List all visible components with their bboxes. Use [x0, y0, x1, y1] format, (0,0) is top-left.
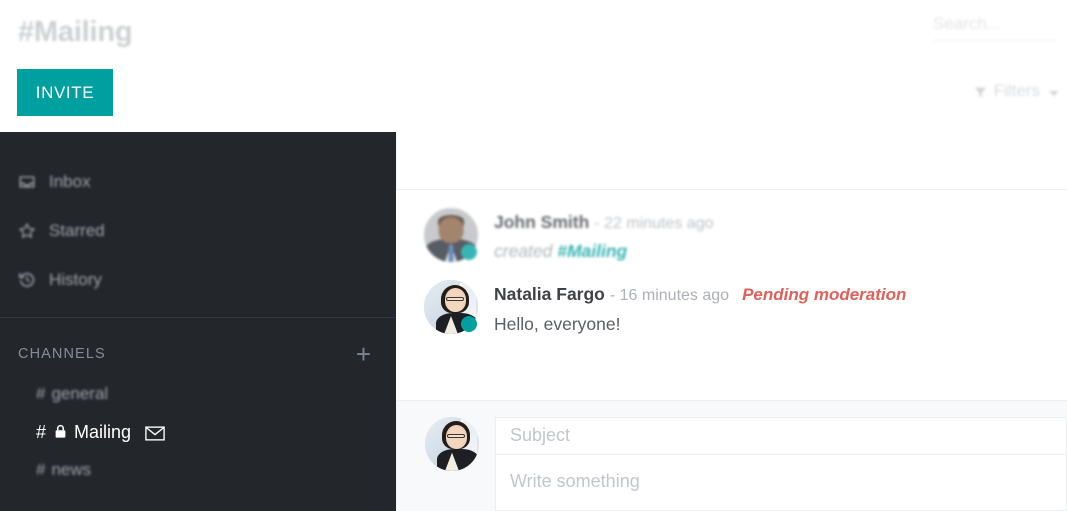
star-icon	[18, 222, 36, 240]
channel-label: Mailing	[74, 421, 132, 442]
message-item: John Smith - 22 minutes ago created #Mai…	[396, 208, 1067, 262]
message-header: Natalia Fargo - 16 minutes ago Pending m…	[494, 282, 906, 308]
app-root: #Mailing INVITE Filters	[0, 0, 1067, 511]
channels-title: CHANNELS	[18, 346, 106, 362]
channel-reference[interactable]: #Mailing	[557, 241, 627, 261]
sidebar-item-label: Inbox	[49, 171, 91, 191]
filters-label: Filters	[993, 81, 1040, 100]
sidebar-item-starred[interactable]: Starred	[0, 206, 396, 255]
page-title: #Mailing	[18, 16, 133, 48]
message-author: John Smith	[494, 212, 590, 232]
history-icon	[18, 271, 36, 289]
message-body: John Smith - 22 minutes ago created #Mai…	[494, 208, 713, 262]
sidebar: Inbox Starred History CHANNELS + # gener…	[0, 132, 396, 511]
channel-item-general[interactable]: # general	[0, 375, 396, 413]
channel-list: # general # Mailing # news	[0, 375, 396, 489]
mail-icon	[145, 425, 165, 441]
message-body-input[interactable]	[495, 454, 1067, 511]
status-dot-online	[461, 244, 477, 260]
hash-icon: #	[36, 460, 46, 479]
message-body: Natalia Fargo - 16 minutes ago Pending m…	[494, 280, 906, 335]
invite-button[interactable]: INVITE	[17, 69, 113, 116]
status-badge-pending: Pending moderation	[742, 285, 907, 305]
natalia-fargo-avatar	[425, 417, 479, 471]
message-timestamp: - 22 minutes ago	[594, 215, 714, 232]
funnel-icon	[974, 86, 987, 99]
search-field[interactable]	[933, 14, 1057, 41]
message-text-prefix: created	[494, 241, 558, 262]
composer-fields	[495, 417, 1067, 511]
channel-item-mailing[interactable]: # Mailing	[0, 413, 396, 451]
message-header: John Smith - 22 minutes ago	[494, 210, 713, 235]
sidebar-nav: Inbox Starred History	[0, 132, 396, 304]
subject-input[interactable]	[495, 417, 1067, 455]
avatar	[424, 208, 478, 262]
filters-dropdown[interactable]: Filters	[974, 81, 1059, 101]
inbox-icon	[18, 173, 36, 191]
plus-icon[interactable]: +	[356, 341, 371, 367]
top-bar: #Mailing INVITE Filters	[0, 0, 1067, 132]
main-pane: John Smith - 22 minutes ago created #Mai…	[396, 132, 1067, 511]
sidebar-item-history[interactable]: History	[0, 255, 396, 304]
main-top-strip	[396, 132, 1067, 190]
lock-icon	[54, 424, 67, 439]
channel-label: general	[51, 384, 109, 403]
message-composer	[396, 400, 1067, 511]
hash-icon: #	[36, 384, 46, 403]
message-text: created #Mailing	[494, 241, 713, 262]
message-list: John Smith - 22 minutes ago created #Mai…	[396, 190, 1067, 335]
sidebar-item-label: History	[49, 269, 102, 289]
message-timestamp: - 16 minutes ago	[609, 287, 730, 305]
channels-header: CHANNELS +	[0, 318, 396, 367]
message-item: Natalia Fargo - 16 minutes ago Pending m…	[396, 280, 1067, 335]
message-text: Hello, everyone!	[494, 314, 621, 335]
channel-label: news	[51, 460, 92, 479]
channel-item-news[interactable]: # news	[0, 451, 396, 489]
message-author: Natalia Fargo	[494, 284, 605, 305]
avatar	[424, 280, 478, 335]
chevron-down-icon	[1049, 90, 1059, 96]
avatar	[425, 417, 479, 471]
sidebar-item-label: Starred	[49, 220, 105, 240]
hash-icon: #	[36, 421, 47, 442]
search-input[interactable]	[933, 14, 1057, 34]
sidebar-item-inbox[interactable]: Inbox	[0, 157, 396, 206]
